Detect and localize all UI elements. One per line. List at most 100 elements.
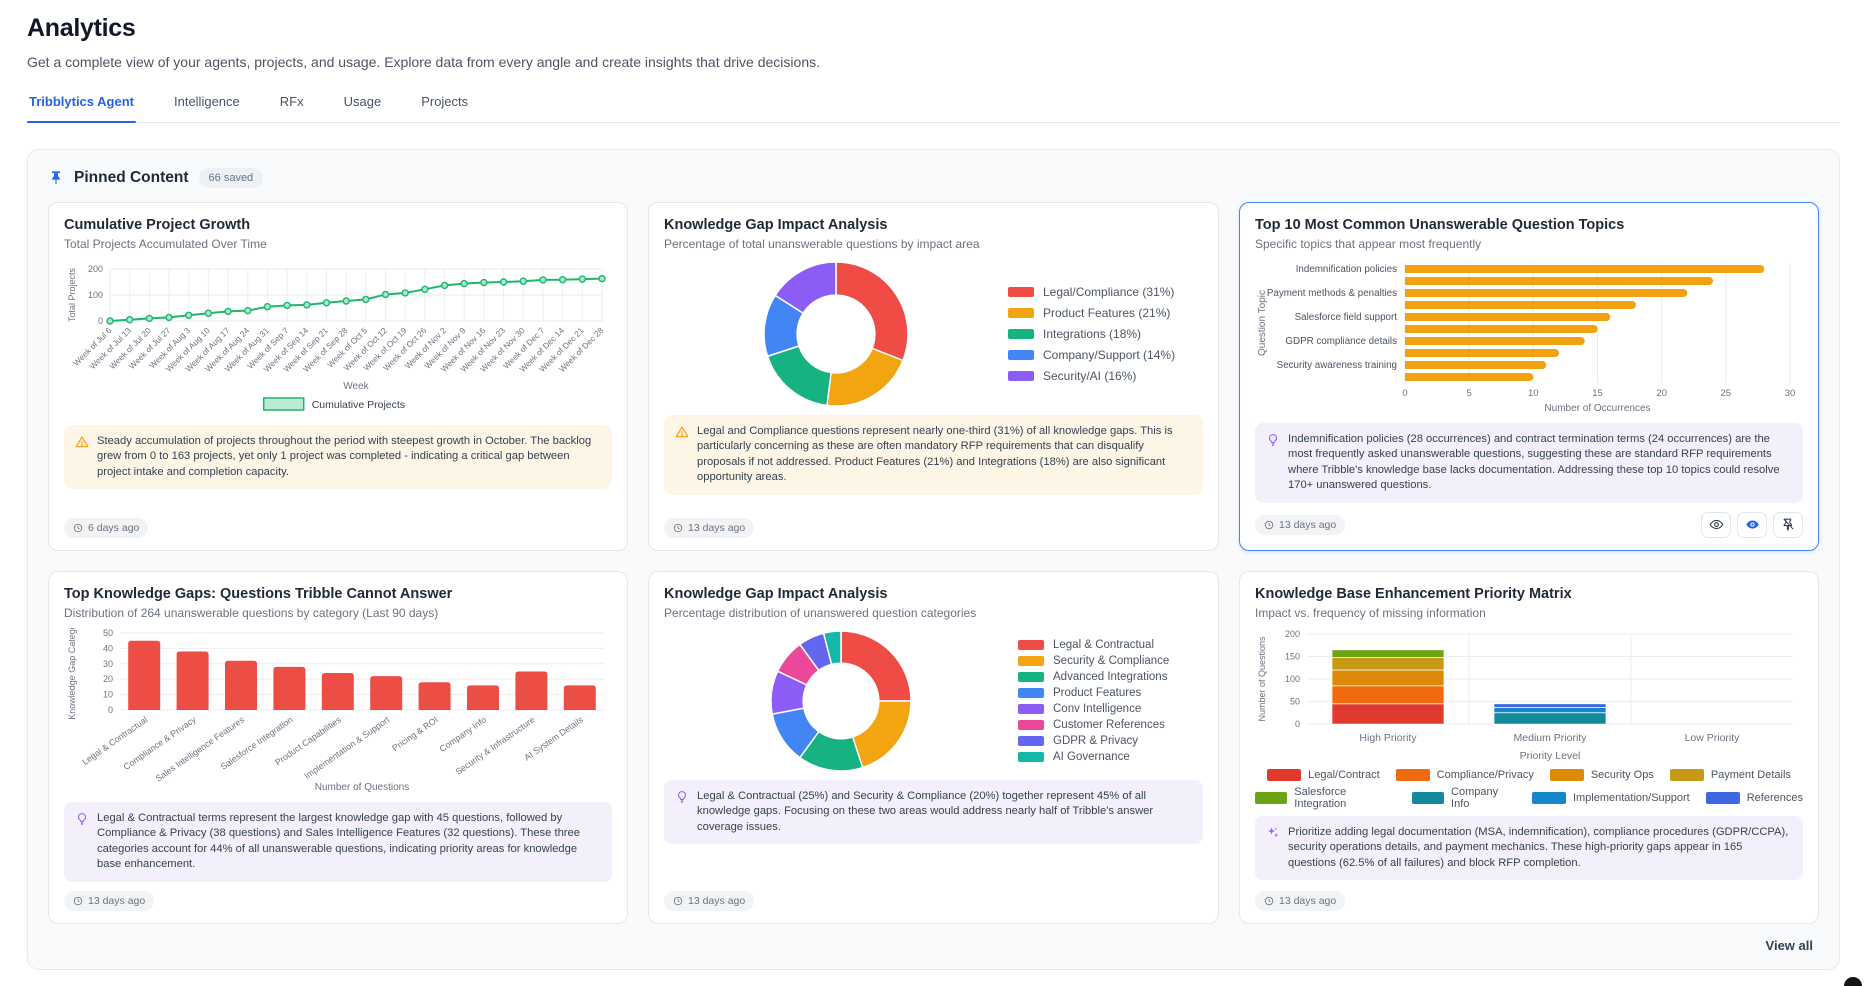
chart-legend: Legal & Contractual Security & Compliance… (1018, 639, 1203, 763)
legend-label: Advanced Integrations (1053, 671, 1167, 683)
card-subtitle: Distribution of 264 unanswerable questio… (64, 606, 612, 620)
legend-label: Compliance/Privacy (1437, 769, 1534, 781)
tab-rfx[interactable]: RFx (278, 94, 306, 122)
chat-widget-fragment[interactable] (1844, 977, 1862, 986)
card-chart: 050100150200High PriorityMedium Priority… (1255, 628, 1803, 810)
preview-button[interactable] (1701, 512, 1731, 538)
legend-label: Implementation/Support (1573, 792, 1690, 804)
legend-swatch (1008, 371, 1034, 381)
timestamp-text: 6 days ago (88, 522, 139, 534)
legend-swatch (1018, 672, 1044, 682)
sparkles-icon (1266, 826, 1280, 840)
svg-text:Number of Occurrences: Number of Occurrences (1544, 403, 1650, 414)
legend-item: Product Features (21%) (1008, 306, 1203, 320)
insight-view-button[interactable] (1737, 512, 1767, 538)
pinned-card-5[interactable]: Knowledge Gap Impact Analysis Percentage… (648, 571, 1219, 924)
clock-icon (673, 523, 683, 533)
svg-text:15: 15 (1592, 388, 1603, 399)
card-chart: 051015202530Indemnification policiesPaym… (1255, 259, 1803, 417)
svg-text:Total Projects: Total Projects (67, 267, 77, 322)
svg-text:Knowledge Gap Catego: Knowledge Gap Catego (67, 628, 77, 720)
legend-item: Conv Intelligence (1018, 703, 1203, 715)
insight-text: Legal and Compliance questions represent… (697, 424, 1192, 486)
insight-text: Legal & Contractual (25%) and Security &… (697, 789, 1192, 835)
card-subtitle: Percentage of total unanswerable questio… (664, 237, 1203, 251)
pinned-card-3[interactable]: Top 10 Most Common Unanswerable Question… (1239, 202, 1819, 551)
pinned-card-6[interactable]: Knowledge Base Enhancement Priority Matr… (1239, 571, 1819, 924)
svg-text:Pricing & ROI: Pricing & ROI (390, 714, 439, 753)
card-insight-note: Legal and Compliance questions represent… (664, 415, 1203, 495)
svg-text:Sales Intelligence Features: Sales Intelligence Features (153, 714, 246, 783)
card-chart: Legal/Compliance (31%)Product Features (… (664, 259, 1203, 409)
svg-text:0: 0 (1402, 388, 1407, 399)
legend-swatch (1018, 656, 1044, 666)
timestamp-badge: 6 days ago (64, 518, 148, 538)
svg-text:Payment methods & penalties: Payment methods & penalties (1267, 288, 1397, 299)
svg-text:Security & Infrastructure: Security & Infrastructure (454, 714, 537, 776)
card-insight-note: Legal & Contractual terms represent the … (64, 802, 612, 882)
svg-text:20: 20 (103, 674, 113, 684)
timestamp-badge: 13 days ago (664, 518, 754, 538)
pinned-content-header: Pinned Content 66 saved (48, 168, 1819, 188)
legend-swatch (1267, 769, 1301, 781)
tab-intelligence[interactable]: Intelligence (172, 94, 242, 122)
tab-tribblytics-agent[interactable]: Tribblytics Agent (27, 94, 136, 122)
unpin-button[interactable] (1773, 512, 1803, 538)
legend-item: Security Ops (1550, 769, 1654, 781)
warning-icon (75, 435, 89, 449)
clock-icon (1264, 520, 1274, 530)
legend-item: Security & Compliance (1018, 655, 1203, 667)
page-subtitle: Get a complete view of your agents, proj… (27, 54, 1840, 70)
insight-text: Legal & Contractual terms represent the … (97, 811, 601, 873)
svg-text:Question Topic: Question Topic (1257, 290, 1268, 356)
page-title: Analytics (27, 14, 1840, 43)
svg-text:Medium Priority: Medium Priority (1514, 732, 1588, 744)
pinned-card-2[interactable]: Knowledge Gap Impact Analysis Percentage… (648, 202, 1219, 551)
timestamp-badge: 13 days ago (64, 891, 154, 911)
svg-text:0: 0 (108, 705, 113, 715)
legend-item: References (1706, 786, 1803, 810)
clock-icon (1264, 896, 1274, 906)
svg-text:200: 200 (1285, 629, 1300, 639)
svg-text:Week: Week (343, 381, 369, 392)
svg-text:Low Priority: Low Priority (1685, 732, 1741, 744)
card-footer: 13 days ago (1255, 882, 1803, 911)
card-footer: 6 days ago (64, 509, 612, 538)
svg-text:30: 30 (103, 659, 113, 669)
svg-text:10: 10 (103, 689, 113, 699)
tab-projects[interactable]: Projects (419, 94, 470, 122)
legend-item: Payment Details (1670, 769, 1791, 781)
card-subtitle: Specific topics that appear most frequen… (1255, 237, 1803, 251)
view-all-link[interactable]: View all (1766, 938, 1813, 953)
svg-text:5: 5 (1467, 388, 1472, 399)
timestamp-text: 13 days ago (1279, 895, 1336, 907)
legend-label: Product Features (21%) (1043, 306, 1170, 320)
legend-swatch (1018, 752, 1044, 762)
pinned-card-4[interactable]: Top Knowledge Gaps: Questions Tribble Ca… (48, 571, 628, 924)
warning-icon (675, 425, 689, 440)
tab-usage[interactable]: Usage (342, 94, 384, 122)
legend-swatch (1670, 769, 1704, 781)
clock-icon (73, 523, 83, 533)
card-insight-note: Indemnification policies (28 occurrences… (1255, 423, 1803, 503)
legend-swatch (1018, 736, 1044, 746)
card-title: Top 10 Most Common Unanswerable Question… (1255, 217, 1803, 233)
card-subtitle: Impact vs. frequency of missing informat… (1255, 606, 1803, 620)
insight-eye-icon (1745, 517, 1760, 532)
legend-label: Legal & Contractual (1053, 639, 1154, 651)
pinned-card-1[interactable]: Cumulative Project Growth Total Projects… (48, 202, 628, 551)
card-footer: 13 days ago (64, 882, 612, 911)
legend-label: GDPR & Privacy (1053, 735, 1138, 747)
legend-swatch (1532, 792, 1566, 804)
legend-label: Payment Details (1711, 769, 1791, 781)
card-insight-note: Prioritize adding legal documentation (M… (1255, 816, 1803, 880)
legend-label: Security/AI (16%) (1043, 369, 1136, 383)
legend-item: Company/Support (14%) (1008, 348, 1203, 362)
legend-swatch (1255, 792, 1287, 804)
card-footer: 13 days ago (664, 509, 1203, 538)
legend-swatch (1706, 792, 1740, 804)
insight-text: Steady accumulation of projects througho… (97, 434, 601, 480)
legend-swatch (1008, 350, 1034, 360)
legend-item: GDPR & Privacy (1018, 735, 1203, 747)
svg-text:GDPR compliance details: GDPR compliance details (1285, 336, 1397, 347)
